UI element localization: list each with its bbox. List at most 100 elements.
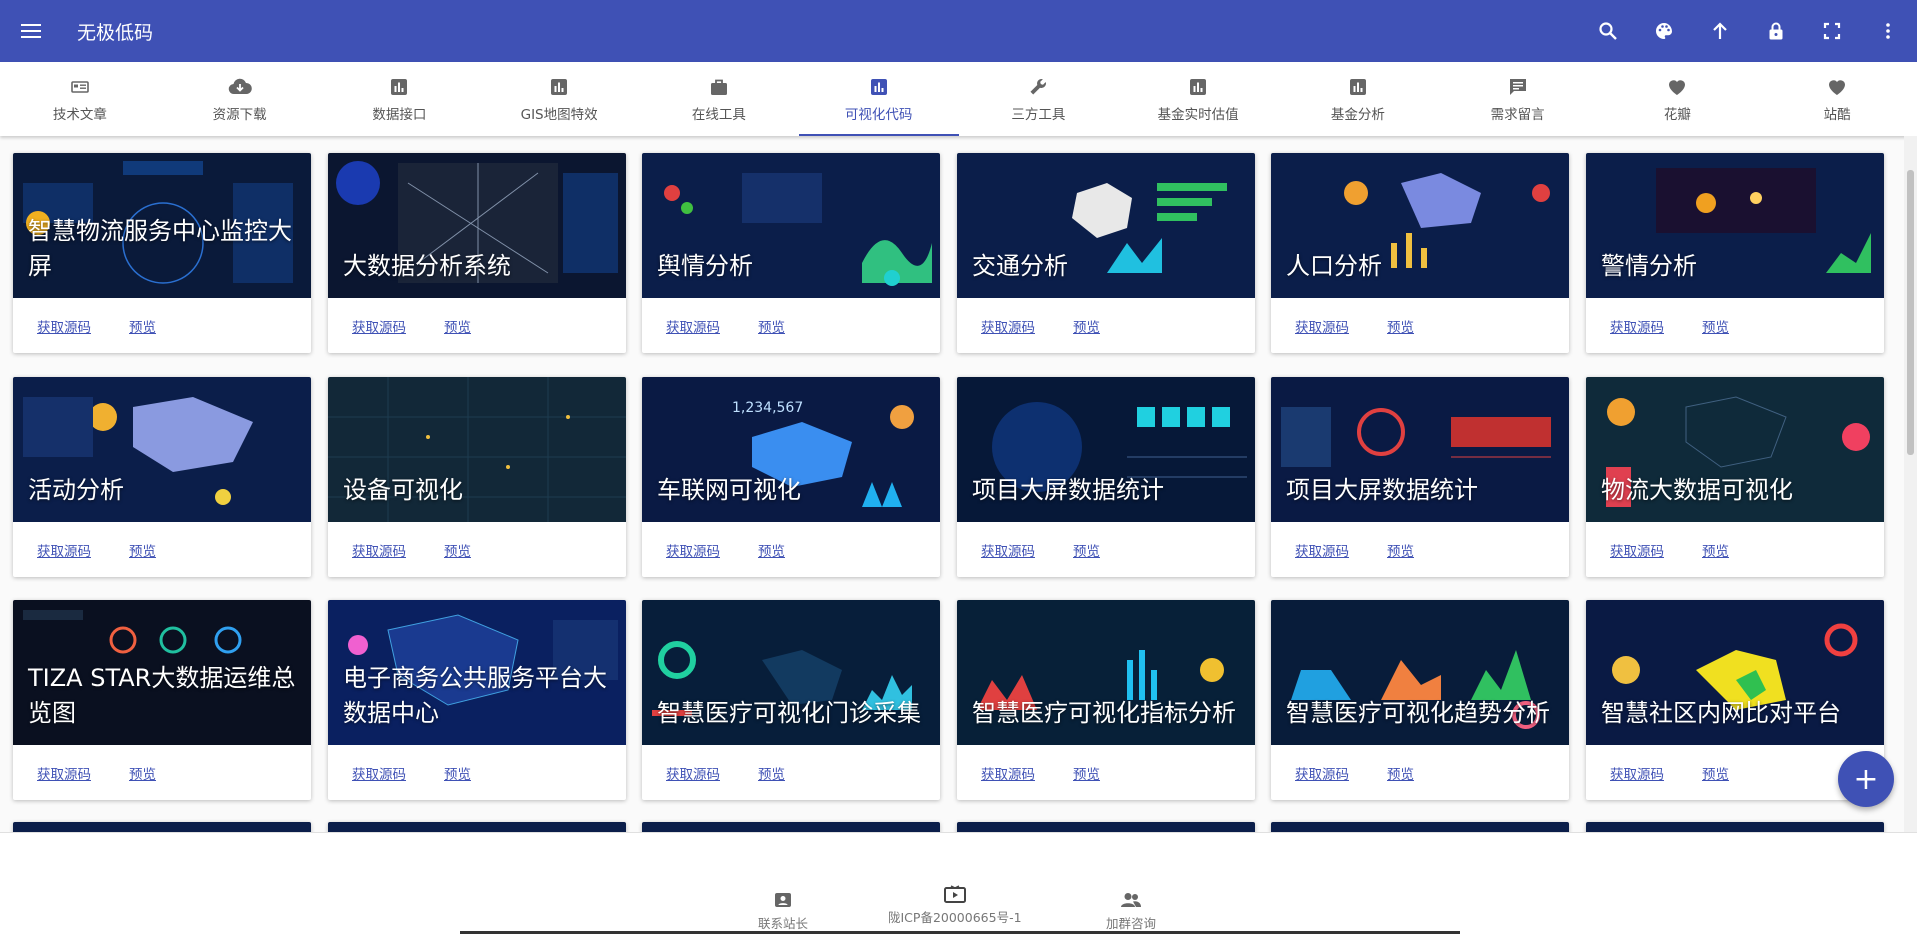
arrow-up-icon[interactable]: [1705, 16, 1735, 46]
card-title: 设备可视化: [343, 476, 463, 504]
tab-5[interactable]: 可视化代码: [798, 62, 959, 136]
preview-link[interactable]: 预览: [1702, 763, 1729, 783]
bar-chart-icon: [547, 75, 571, 99]
get-source-link[interactable]: 获取源码: [981, 763, 1035, 783]
get-source-link[interactable]: 获取源码: [666, 540, 720, 560]
tab-10[interactable]: 花瓣: [1598, 62, 1758, 136]
tab-0[interactable]: 技术文章: [0, 62, 160, 136]
get-source-link[interactable]: 获取源码: [352, 763, 406, 783]
get-source-link[interactable]: 获取源码: [37, 763, 91, 783]
template-card: 舆情分析获取源码 预览: [642, 153, 940, 353]
preview-link[interactable]: 预览: [758, 763, 785, 783]
tab-6[interactable]: 三方工具: [959, 62, 1119, 136]
scrollbar[interactable]: [1904, 136, 1917, 832]
get-source-link[interactable]: 获取源码: [981, 540, 1035, 560]
card-thumbnail[interactable]: 人口分析: [1271, 153, 1569, 298]
tab-2[interactable]: 数据接口: [320, 62, 480, 136]
tab-label: 可视化代码: [844, 107, 913, 123]
get-source-link[interactable]: 获取源码: [352, 316, 406, 336]
card-thumbnail[interactable]: TIZA STAR大数据运维总览图: [13, 600, 311, 745]
tab-4[interactable]: 在线工具: [639, 62, 799, 136]
tab-3[interactable]: GIS地图特效: [479, 62, 639, 136]
preview-link[interactable]: 预览: [1073, 540, 1100, 560]
get-source-link[interactable]: 获取源码: [37, 316, 91, 336]
footer-contact[interactable]: 联系站长: [758, 889, 808, 932]
template-card-partial[interactable]: [1271, 822, 1569, 832]
tab-11[interactable]: 站酷: [1757, 62, 1917, 136]
preview-link[interactable]: 预览: [129, 316, 156, 336]
card-thumbnail[interactable]: 交通分析: [957, 153, 1255, 298]
card-actions: 获取源码 预览: [642, 745, 940, 800]
preview-link[interactable]: 预览: [444, 540, 471, 560]
preview-link[interactable]: 预览: [129, 540, 156, 560]
tab-label: 基金实时估值: [1157, 107, 1239, 123]
card-thumbnail[interactable]: 警情分析: [1586, 153, 1884, 298]
add-button[interactable]: +: [1838, 751, 1894, 807]
get-source-link[interactable]: 获取源码: [1295, 763, 1349, 783]
get-source-link[interactable]: 获取源码: [37, 540, 91, 560]
card-title: 大数据分析系统: [343, 252, 511, 280]
card-thumbnail[interactable]: 智慧物流服务中心监控大屏: [13, 153, 311, 298]
template-card-partial[interactable]: [957, 822, 1255, 832]
preview-link[interactable]: 预览: [1387, 316, 1414, 336]
get-source-link[interactable]: 获取源码: [352, 540, 406, 560]
preview-link[interactable]: 预览: [129, 763, 156, 783]
card-thumbnail[interactable]: 智慧医疗可视化趋势分析: [1271, 600, 1569, 745]
preview-link[interactable]: 预览: [1073, 763, 1100, 783]
card-thumbnail[interactable]: 1,234,567 车联网可视化: [642, 377, 940, 522]
footer-contact-label: 联系站长: [758, 916, 809, 931]
get-source-link[interactable]: 获取源码: [666, 763, 720, 783]
template-card-partial[interactable]: [328, 822, 626, 832]
preview-link[interactable]: 预览: [1073, 316, 1100, 336]
footer-group[interactable]: 加群咨询: [1106, 889, 1156, 932]
card-thumbnail[interactable]: 活动分析: [13, 377, 311, 522]
get-source-link[interactable]: 获取源码: [1295, 540, 1349, 560]
card-grid: 智慧物流服务中心监控大屏 获取源码 预览 大数据分析系统 获取源码 预览 舆情分析 获取源码预…: [0, 136, 1904, 832]
fullscreen-icon[interactable]: [1817, 16, 1847, 46]
preview-link[interactable]: 预览: [1387, 763, 1414, 783]
card-thumbnail[interactable]: 智慧社区内网比对平台: [1586, 600, 1884, 745]
lock-icon[interactable]: [1761, 16, 1791, 46]
card-thumbnail[interactable]: 舆情分析: [642, 153, 940, 298]
card-actions: 获取源码 预览: [957, 522, 1255, 577]
preview-link[interactable]: 预览: [1387, 540, 1414, 560]
get-source-link[interactable]: 获取源码: [1295, 316, 1349, 336]
palette-icon[interactable]: [1649, 16, 1679, 46]
card-thumbnail[interactable]: 智慧医疗可视化指标分析: [957, 600, 1255, 745]
preview-link[interactable]: 预览: [1702, 316, 1729, 336]
menu-icon[interactable]: [16, 16, 46, 46]
card-actions: 获取源码 预览: [957, 745, 1255, 800]
tab-8[interactable]: 基金分析: [1278, 62, 1438, 136]
get-source-link[interactable]: 获取源码: [1610, 763, 1664, 783]
card-thumbnail[interactable]: 项目大屏数据统计: [1271, 377, 1569, 522]
more-vert-icon[interactable]: [1873, 16, 1903, 46]
card-actions: 获取源码 预览: [1586, 522, 1884, 577]
get-source-link[interactable]: 获取源码: [666, 316, 720, 336]
preview-link[interactable]: 预览: [758, 316, 785, 336]
preview-link[interactable]: 预览: [1702, 540, 1729, 560]
card-actions: 获取源码 预览: [328, 298, 626, 353]
tab-7[interactable]: 基金实时估值: [1118, 62, 1278, 136]
preview-link[interactable]: 预览: [444, 763, 471, 783]
card-thumbnail[interactable]: 项目大屏数据统计: [957, 377, 1255, 522]
card-thumbnail[interactable]: 设备可视化: [328, 377, 626, 522]
card-thumbnail[interactable]: 物流大数据可视化: [1586, 377, 1884, 522]
template-card-partial[interactable]: [1586, 822, 1884, 832]
template-card: 设备可视化获取源码 预览: [328, 377, 626, 577]
search-icon[interactable]: [1593, 16, 1623, 46]
get-source-link[interactable]: 获取源码: [1610, 316, 1664, 336]
preview-link[interactable]: 预览: [758, 540, 785, 560]
template-card-partial[interactable]: [642, 822, 940, 832]
card-thumbnail[interactable]: 智慧医疗可视化门诊采集: [642, 600, 940, 745]
card-thumbnail[interactable]: 电子商务公共服务平台大数据中心: [328, 600, 626, 745]
get-source-link[interactable]: 获取源码: [981, 316, 1035, 336]
get-source-link[interactable]: 获取源码: [1610, 540, 1664, 560]
footer-icp[interactable]: 陇ICP备20000665号-1: [888, 883, 1022, 926]
scrollbar-thumb[interactable]: [1907, 170, 1914, 455]
template-card-partial[interactable]: [13, 822, 311, 832]
preview-link[interactable]: 预览: [444, 316, 471, 336]
card-thumbnail[interactable]: 大数据分析系统: [328, 153, 626, 298]
tab-9[interactable]: 需求留言: [1438, 62, 1598, 136]
cloud-download-icon: [228, 75, 252, 99]
tab-1[interactable]: 资源下载: [160, 62, 320, 136]
